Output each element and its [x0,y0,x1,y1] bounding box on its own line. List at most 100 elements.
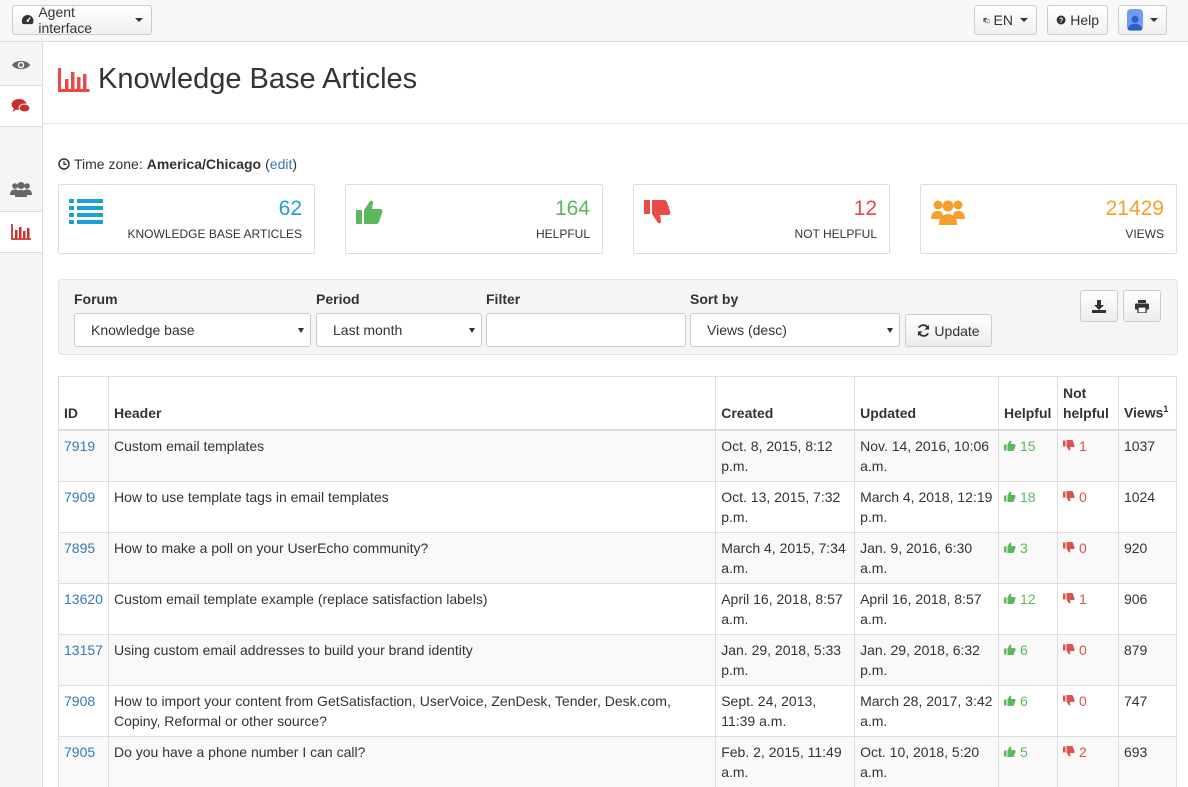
helpful-value: 6 [1019,693,1028,709]
article-id-link[interactable]: 13620 [64,591,103,607]
forum-select-value: Knowledge base [91,322,195,338]
cell-created: Jan. 29, 2018, 5:33 p.m. [715,634,856,686]
chevron-down-icon [298,328,304,333]
help-button[interactable]: ? Help [1047,5,1108,35]
cell-id: 7919 [58,429,109,482]
cell-not-helpful: 0 [1056,685,1119,737]
page-title: Knowledge Base Articles [98,63,418,95]
not-helpful-value: 0 [1078,642,1087,658]
chevron-down-icon [135,18,143,22]
cell-helpful: 15 [997,429,1058,482]
download-icon [1092,299,1106,313]
col-header[interactable]: Header [107,376,717,431]
timezone-edit-link[interactable]: edit [270,156,293,172]
language-dropdown[interactable]: A EN [974,5,1037,35]
cell-header: Custom email templates [107,429,717,482]
views-count: 21429 [1105,197,1164,220]
download-button[interactable] [1080,290,1118,322]
views-label: VIEWS [1125,227,1164,241]
helpful-value: 6 [1019,642,1028,658]
cell-created: March 4, 2015, 7:34 a.m. [715,532,856,584]
print-icon [1135,299,1149,313]
page-header: Knowledge Base Articles [43,42,1188,124]
user-menu-dropdown[interactable] [1118,5,1167,35]
filter-input[interactable] [486,313,686,347]
dashboard-icon [21,15,34,25]
cell-created: Sept. 24, 2013, 11:39 a.m. [715,685,856,737]
article-id-link[interactable]: 7905 [64,744,95,760]
cell-created: Oct. 13, 2015, 7:32 p.m. [715,481,856,533]
cell-helpful: 3 [997,532,1058,584]
sidebar-item-conversations[interactable] [0,85,42,127]
svg-text:?: ? [1059,18,1063,25]
cell-updated: March 4, 2018, 12:19 p.m. [854,481,999,533]
timezone-info: Time zone: America/Chicago (edit) [58,156,297,172]
cell-id: 13157 [58,634,109,686]
forum-select[interactable]: Knowledge base [74,313,311,347]
sort-select-value: Views (desc) [707,322,787,338]
thumbs-down-icon [1062,742,1075,762]
sidebar-item-overview[interactable] [0,44,42,86]
cell-header: How to use template tags in email templa… [107,481,717,533]
list-icon [69,199,103,224]
agent-interface-dropdown[interactable]: Agent interface [12,4,152,36]
period-select-value: Last month [333,322,403,338]
helpful-count: 164 [554,197,590,220]
clock-icon [58,158,70,170]
article-id-link[interactable]: 7909 [64,489,95,505]
cell-created: Oct. 8, 2015, 8:12 p.m. [715,429,856,482]
sort-label: Sort by [690,291,739,307]
article-id-link[interactable]: 7919 [64,438,95,454]
cell-updated: Jan. 9, 2016, 6:30 a.m. [854,532,999,584]
cell-header: Custom email template example (replace s… [107,583,717,635]
cell-id: 13620 [58,583,109,635]
period-select[interactable]: Last month [316,313,482,347]
article-id-link[interactable]: 7895 [64,540,95,556]
cell-views: 906 [1117,583,1178,635]
article-id-link[interactable]: 13157 [64,642,103,658]
cell-not-helpful: 1 [1056,583,1119,635]
filter-label: Filter [486,291,521,307]
cell-helpful: 5 [997,736,1058,787]
cell-updated: March 28, 2017, 3:42 a.m. [854,685,999,737]
thumbs-up-icon [1003,640,1016,660]
period-label: Period [316,291,360,307]
cell-created: April 16, 2018, 8:57 a.m. [715,583,856,635]
table-row: 7909 How to use template tags in email te… [58,481,1178,533]
cell-updated: Nov. 14, 2016, 10:06 a.m. [854,429,999,482]
col-views-footnote: 1 [1163,404,1169,415]
cell-helpful: 18 [997,481,1058,533]
update-button[interactable]: Update [905,314,992,347]
col-views[interactable]: Views1 [1117,376,1178,431]
bar-chart-icon [58,68,90,92]
col-helpful[interactable]: Helpful [997,376,1058,431]
thumbs-up-icon [1003,436,1016,456]
comments-icon [11,98,31,112]
sidebar-item-users[interactable] [0,168,42,210]
cell-helpful: 6 [997,634,1058,686]
cell-header: Using custom email addresses to build yo… [107,634,717,686]
article-id-link[interactable]: 7908 [64,693,95,709]
col-updated[interactable]: Updated [854,376,999,431]
timezone-edit-wrapper: (edit) [265,156,298,172]
col-created[interactable]: Created [715,376,856,431]
print-button[interactable] [1123,290,1161,322]
stat-card-articles: 62 KNOWLEDGE BASE ARTICLES [58,184,315,254]
sidebar [0,42,43,787]
sidebar-item-reports[interactable] [0,211,42,253]
table-row: 13620 Custom email template example (repl… [58,583,1178,635]
sort-select[interactable]: Views (desc) [690,313,900,347]
avatar [1127,9,1143,31]
articles-label: KNOWLEDGE BASE ARTICLES [127,227,303,241]
thumbs-up-icon [1003,538,1016,558]
col-not-helpful[interactable]: Not helpful [1056,376,1119,431]
cell-updated: Oct. 10, 2018, 5:20 a.m. [854,736,999,787]
question-circle-icon: ? [1056,15,1066,25]
col-id[interactable]: ID [58,376,109,431]
not-helpful-value: 1 [1078,438,1087,454]
thumbs-down-icon [644,200,671,224]
cell-helpful: 6 [997,685,1058,737]
update-label: Update [934,322,980,339]
helpful-value: 12 [1019,591,1036,607]
not-helpful-value: 0 [1078,693,1087,709]
